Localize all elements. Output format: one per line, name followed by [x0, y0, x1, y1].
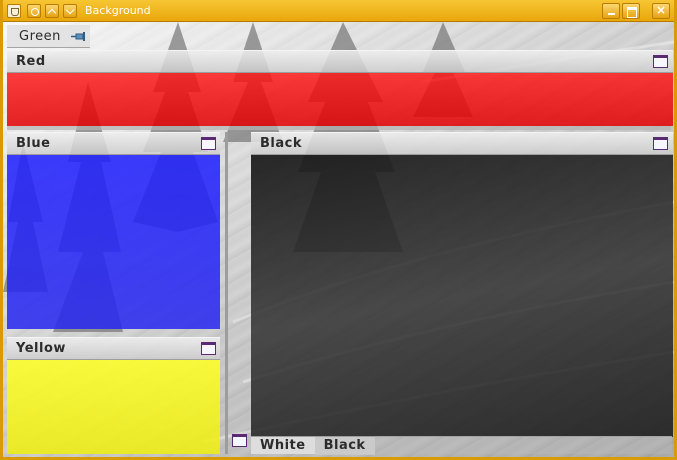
tab-white[interactable]: White	[251, 437, 315, 455]
panel-content-black	[251, 155, 673, 437]
java-icon[interactable]	[7, 4, 21, 18]
pin-icon[interactable]	[71, 32, 87, 42]
panel-header[interactable]: Red	[7, 50, 673, 73]
tab-black[interactable]: Black	[314, 437, 375, 455]
panel-black[interactable]: Black	[251, 132, 673, 437]
tab-bar: White Black	[251, 436, 375, 455]
panel-blue[interactable]: Blue	[7, 132, 220, 329]
close-button[interactable]: ×	[652, 3, 670, 19]
panel-title: Black	[260, 136, 302, 151]
close-icon: ×	[655, 3, 667, 17]
minimize-button[interactable]	[602, 3, 620, 19]
panel-title: Red	[16, 54, 46, 69]
chevron-up-icon[interactable]	[45, 4, 59, 18]
dock-toolbar-green[interactable]: Green	[7, 25, 90, 48]
panel-red[interactable]: Red	[7, 50, 673, 126]
panel-header[interactable]: Yellow	[7, 337, 220, 360]
dock-toolbar-label: Green	[19, 29, 61, 44]
panel-title: Yellow	[16, 341, 66, 356]
window-icon[interactable]	[653, 137, 668, 150]
window-icon[interactable]	[232, 434, 247, 447]
window-menu-icon[interactable]	[27, 4, 41, 18]
panel-header[interactable]: Blue	[7, 132, 220, 155]
panel-header[interactable]: Black	[251, 132, 673, 155]
split-divider[interactable]	[225, 132, 228, 454]
application-window: Background × Green Red Blue Yellow Black…	[0, 0, 677, 460]
panel-yellow[interactable]: Yellow	[7, 337, 220, 454]
window-title: Background	[85, 4, 151, 17]
panel-content-blue	[7, 155, 220, 329]
panel-content-yellow	[7, 360, 220, 454]
window-icon[interactable]	[201, 137, 216, 150]
divider[interactable]	[7, 126, 671, 130]
maximize-button[interactable]	[622, 3, 640, 19]
chevron-down-icon[interactable]	[63, 4, 77, 18]
title-bar[interactable]: Background ×	[3, 0, 674, 22]
tab-strip	[359, 436, 672, 454]
window-icon[interactable]	[653, 55, 668, 68]
panel-content-red	[7, 73, 673, 126]
panel-title: Blue	[16, 136, 51, 151]
window-icon[interactable]	[201, 342, 216, 355]
